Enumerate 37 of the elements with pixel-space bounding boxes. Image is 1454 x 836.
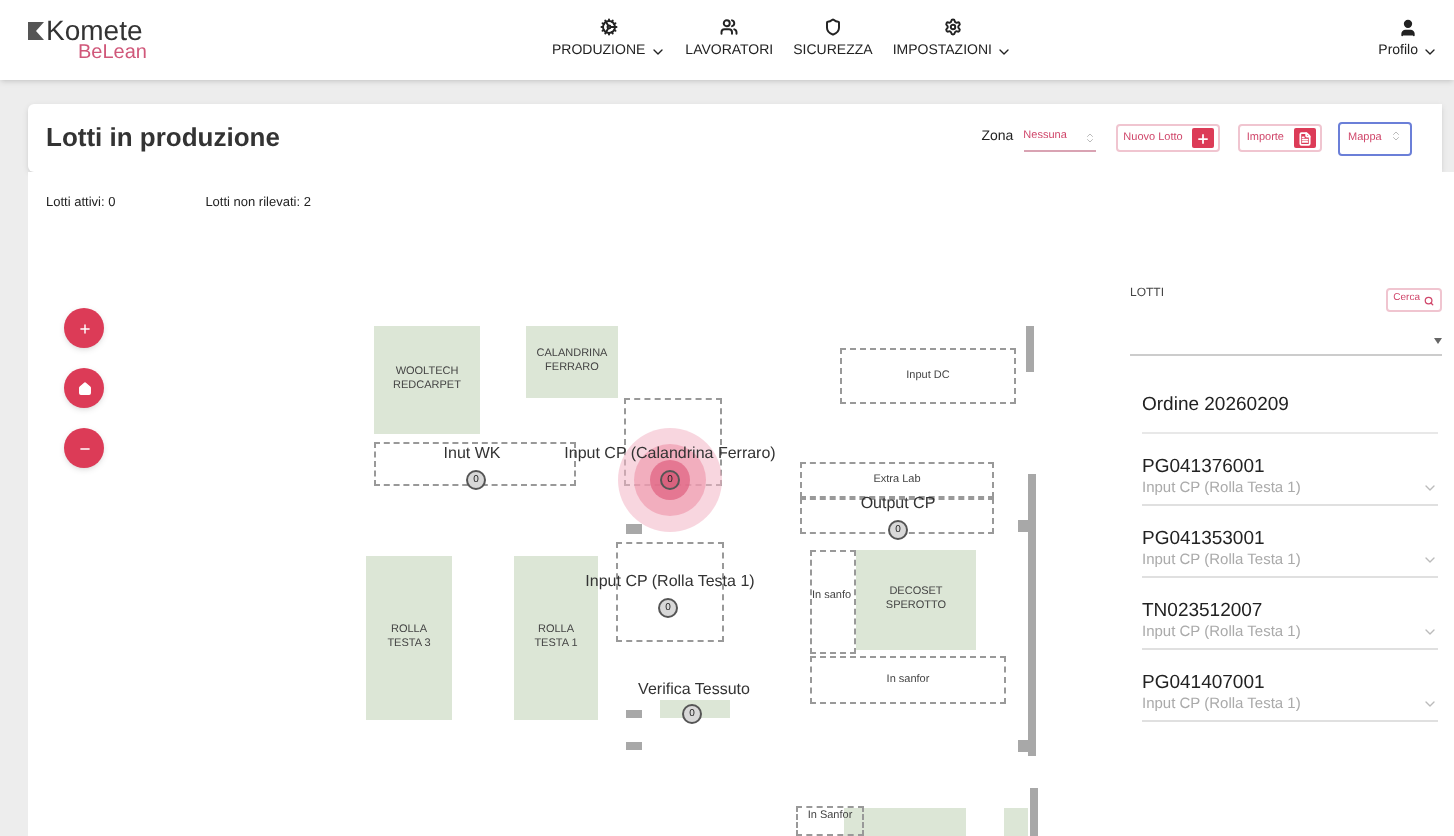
station-label: Output CP [860,492,936,516]
wall-block [1030,788,1038,836]
logo-product: BeLean [78,44,149,64]
gear-icon [943,17,962,36]
machine-block [1004,808,1028,836]
gears-icon [599,17,618,36]
user-icon [1398,17,1419,38]
lot-code: PG041407001 [1142,671,1267,695]
lot-code: PG041376001 [1142,455,1267,479]
logo-brand: Komete [46,16,143,44]
wall-block [626,710,642,718]
zoom-out-button[interactable] [64,428,104,468]
wall-block [1026,326,1034,372]
caret-icon [1434,338,1442,344]
station-label: Verifica Tessuto [638,678,750,702]
plus-icon [1192,128,1215,148]
chevron-down-icon [1422,44,1438,60]
logo-icon [28,21,44,39]
order-heading: Ordine 20260209 [1142,392,1438,435]
lot-code: PG041353001 [1142,527,1267,551]
station-label: Inut WK [443,442,501,466]
lot-code: TN023512007 [1142,599,1265,623]
chevron-down-icon [649,44,666,60]
zoom-in-button[interactable] [64,308,104,348]
wall-block [626,742,642,750]
file-icon [1294,128,1316,148]
shield-icon [823,17,842,36]
wall-block [626,524,642,534]
chevron-down-icon [995,44,1012,60]
page-title: Lotti in produzione [46,120,280,157]
users-icon [720,17,739,36]
station-label: Input CP (Rolla Testa 1) [585,570,755,594]
home-icon [77,381,91,395]
home-button[interactable] [64,368,104,408]
station-label: Input CP (Calandrina Ferraro) [564,442,776,466]
search-icon [1424,295,1434,305]
plus-icon [77,321,91,335]
